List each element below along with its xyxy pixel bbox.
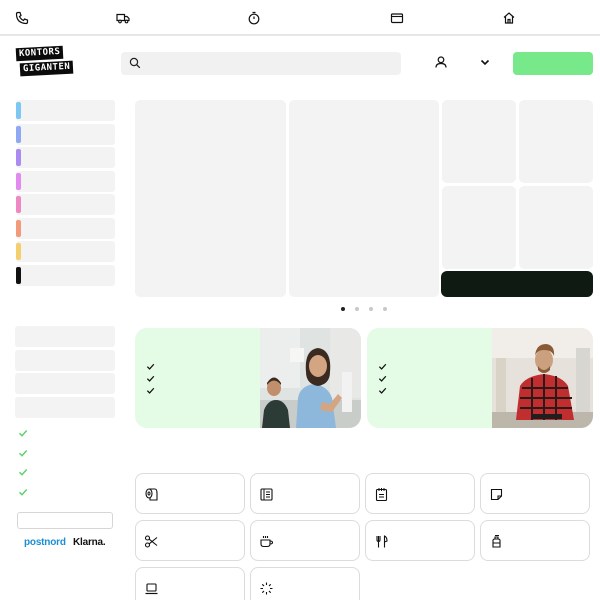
man-at-desk-photo <box>492 328 593 428</box>
sidebar-link-4[interactable] <box>15 397 115 418</box>
sidebar-category-3[interactable] <box>16 147 115 168</box>
check-icon <box>19 430 28 437</box>
product-category-4[interactable] <box>480 473 590 514</box>
hero-cta-button[interactable] <box>441 271 593 297</box>
coffee-cup-icon <box>259 534 274 549</box>
logo-line2: GIGANTEN <box>19 60 74 77</box>
hero-tile-2[interactable] <box>289 100 439 297</box>
carousel-dot-3[interactable] <box>369 307 373 311</box>
sidebar-link-3[interactable] <box>15 373 115 394</box>
product-category-10[interactable] <box>250 567 360 600</box>
promo-photo-2 <box>492 328 593 428</box>
sidebar-category-4[interactable] <box>16 171 115 192</box>
search-bar[interactable] <box>121 52 401 75</box>
check-icon <box>378 387 387 394</box>
category-color-bar <box>16 102 21 119</box>
sticky-note-icon <box>489 487 504 502</box>
home-icon[interactable] <box>502 11 516 25</box>
hero-tile-5[interactable] <box>442 186 516 269</box>
product-category-7[interactable] <box>365 520 475 561</box>
category-color-bar <box>16 220 21 237</box>
check-icon <box>19 450 28 457</box>
sidebar-category-8[interactable] <box>16 265 115 286</box>
utility-bar <box>0 0 600 36</box>
check-icon <box>146 375 155 382</box>
sidebar-category-2[interactable] <box>16 124 115 145</box>
site-logo[interactable]: KONTORS GIGANTEN <box>15 45 80 79</box>
product-category-5[interactable] <box>135 520 245 561</box>
category-color-bar <box>16 149 21 166</box>
sidebar-category-5[interactable] <box>16 194 115 215</box>
check-icon <box>378 363 387 370</box>
promo-card-1[interactable] <box>135 328 260 428</box>
check-icon <box>378 375 387 382</box>
product-category-2[interactable] <box>250 473 360 514</box>
binder-icon <box>259 487 274 502</box>
sidebar-category-7[interactable] <box>16 241 115 262</box>
sidebar-link-2[interactable] <box>15 350 115 371</box>
carousel-dot-1[interactable] <box>341 307 345 311</box>
category-color-bar <box>16 173 21 190</box>
phone-icon[interactable] <box>15 11 29 25</box>
stopwatch-icon[interactable] <box>247 11 261 25</box>
carousel-dot-2[interactable] <box>355 307 359 311</box>
carousel-dot-4[interactable] <box>383 307 387 311</box>
check-icon <box>19 469 28 476</box>
product-category-8[interactable] <box>480 520 590 561</box>
chevron-down-icon[interactable] <box>478 55 492 69</box>
check-icon <box>146 363 155 370</box>
user-icon[interactable] <box>434 55 448 69</box>
newsletter-input[interactable] <box>17 512 113 529</box>
hero-tile-1[interactable] <box>135 100 286 297</box>
office-team-photo <box>260 328 361 428</box>
category-color-bar <box>16 267 21 284</box>
search-icon <box>129 57 141 69</box>
check-icon <box>19 489 28 496</box>
primary-action-button[interactable] <box>513 52 593 75</box>
promo-photo-1 <box>260 328 361 428</box>
sidebar-link-1[interactable] <box>15 326 115 347</box>
category-color-bar <box>16 126 21 143</box>
sidebar-category-6[interactable] <box>16 218 115 239</box>
klarna-logo: Klarna. <box>73 537 106 548</box>
cutlery-icon <box>374 534 389 549</box>
promo-card-2[interactable] <box>367 328 492 428</box>
category-color-bar <box>16 243 21 260</box>
category-color-bar <box>16 196 21 213</box>
hero-tile-4[interactable] <box>519 100 593 183</box>
sidebar-category-1[interactable] <box>16 100 115 121</box>
product-category-6[interactable] <box>250 520 360 561</box>
toilet-paper-icon <box>144 487 159 502</box>
cleaning-bottle-icon <box>489 534 504 549</box>
postnord-logo: postnord <box>24 537 66 548</box>
product-category-9[interactable] <box>135 567 245 600</box>
laptop-icon <box>144 581 159 596</box>
hero-tile-3[interactable] <box>442 100 516 183</box>
loading-spinner-icon <box>259 581 274 596</box>
product-category-3[interactable] <box>365 473 475 514</box>
check-icon <box>146 387 155 394</box>
page: KONTORS GIGANTEN postnord Klarna. <box>0 0 600 600</box>
hero-tile-6[interactable] <box>519 186 593 269</box>
product-category-1[interactable] <box>135 473 245 514</box>
truck-icon[interactable] <box>116 11 130 25</box>
notepad-icon <box>374 487 389 502</box>
scissors-icon <box>144 534 159 549</box>
logo-line1: KONTORS <box>15 45 64 62</box>
wallet-icon[interactable] <box>390 11 404 25</box>
